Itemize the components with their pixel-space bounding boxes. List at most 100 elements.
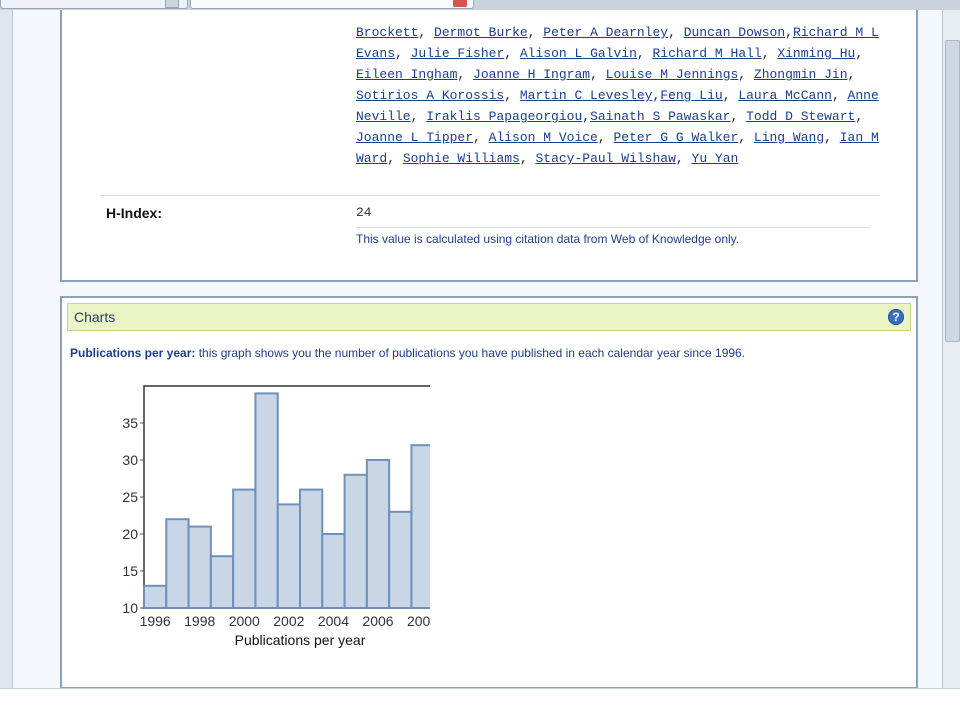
bar-2005	[343, 473, 368, 609]
chart-description-text: this graph shows you the number of publi…	[195, 346, 746, 360]
x-tick-label: 2000	[229, 613, 260, 629]
separator: ,	[590, 67, 606, 82]
coauthor-link[interactable]: Duncan Dowson	[684, 25, 785, 40]
browser-tab-1[interactable]	[0, 0, 188, 9]
bar-2001	[254, 392, 279, 610]
coauthor-link[interactable]: Louise M Jennings	[606, 67, 739, 82]
coauthor-link[interactable]: Sophie Williams	[403, 151, 520, 166]
separator: ,	[831, 88, 848, 103]
charts-title: Charts	[74, 309, 116, 325]
x-tick-label: 1996	[140, 613, 171, 629]
coauthor-link[interactable]: Todd D Stewart	[746, 109, 855, 124]
bar-2004	[321, 533, 346, 609]
separator: ,	[738, 130, 754, 145]
x-tick-label: 2004	[318, 613, 349, 629]
h-index-note: This value is calculated using citation …	[356, 232, 740, 246]
charts-panel: Charts ? Publications per year: this gra…	[60, 296, 918, 689]
x-tick-label: 2002	[273, 613, 304, 629]
coauthor-link[interactable]: Joanne L Tipper	[356, 130, 473, 145]
coauthor-link[interactable]: Sainath S Pawaskar	[590, 109, 730, 124]
profile-details-panel: Brockett, Dermot Burke, Peter A Dearnley…	[60, 10, 918, 282]
bar-1998	[187, 525, 212, 610]
y-tick-label: 35	[122, 415, 138, 431]
separator: ,	[636, 46, 653, 61]
coauthor-link[interactable]: Eileen Ingham	[356, 67, 457, 82]
separator: ,	[504, 46, 520, 61]
x-tick-label: 2008	[407, 613, 430, 629]
separator: ,	[855, 109, 864, 124]
bar-1996	[143, 584, 168, 610]
page-content: Brockett, Dermot Burke, Peter A Dearnley…	[13, 10, 942, 689]
coauthor-link[interactable]: Xinming Hu	[777, 46, 855, 61]
bar-2006	[365, 459, 391, 609]
publications-bar-chart: 10 15 20 25 30 35 1996 1998 2000 2002 2004 2006 2008…	[122, 385, 430, 648]
left-gutter	[0, 10, 13, 688]
separator: ,	[855, 46, 864, 61]
coauthor-link[interactable]: Iraklis Papageorgiou	[426, 109, 582, 124]
tab-menu-icon[interactable]	[165, 0, 179, 8]
coauthor-link[interactable]: Dermot Burke	[434, 25, 528, 40]
separator: ,	[847, 67, 856, 82]
bar-1997	[165, 518, 190, 609]
coauthor-link[interactable]: Ling Wang	[754, 130, 824, 145]
x-tick-label: 2006	[362, 613, 393, 629]
y-tick-label: 25	[122, 489, 138, 505]
x-tick-label: 1998	[184, 613, 215, 629]
separator: ,	[473, 130, 489, 145]
separator: ,	[527, 25, 544, 40]
coauthor-link[interactable]: Peter G G Walker	[613, 130, 738, 145]
bar-2002	[276, 503, 301, 609]
separator: ,	[457, 67, 474, 82]
separator: ,	[668, 25, 684, 40]
separator: ,	[418, 25, 435, 40]
tab-close-icon[interactable]	[453, 0, 467, 7]
coauthor-link[interactable]: Stacy-Paul Wilshaw	[535, 151, 675, 166]
charts-header: Charts ?	[67, 303, 911, 331]
vertical-scrollbar[interactable]	[942, 10, 960, 688]
bar-2000	[232, 488, 257, 609]
bar-2007	[388, 510, 413, 609]
y-tick-label: 10	[122, 600, 138, 616]
coauthor-link[interactable]: Richard M Hall	[653, 46, 762, 61]
coauthor-list: Brockett, Dermot Burke, Peter A Dearnley…	[356, 22, 886, 169]
y-tick-label: 20	[122, 526, 138, 542]
coauthor-link[interactable]: Yu Yan	[692, 151, 739, 166]
chart-description: Publications per year: this graph shows …	[70, 346, 745, 360]
separator: ,	[738, 67, 754, 82]
separator: ,	[395, 46, 411, 61]
publications-chart: 10 15 20 25 30 35 1996 1998 2000 2002 2004 2006 2008…	[70, 380, 430, 670]
bar-2003	[299, 488, 324, 609]
coauthor-link[interactable]: Alison L Galvin	[520, 46, 637, 61]
bar-1999	[209, 555, 235, 609]
help-icon[interactable]: ?	[888, 309, 904, 325]
separator: ,	[519, 151, 536, 166]
h-index-value: 24	[356, 205, 372, 220]
divider	[356, 227, 870, 228]
coauthor-link[interactable]: Martin C Levesley	[520, 88, 653, 103]
scrollbar-thumb[interactable]	[945, 40, 960, 342]
coauthor-link[interactable]: Peter A Dearnley	[543, 25, 668, 40]
coauthor-link[interactable]: Brockett	[356, 25, 418, 40]
x-axis-label: Publications per year	[235, 632, 366, 648]
y-tick-label: 30	[122, 452, 138, 468]
separator: ,	[761, 46, 778, 61]
coauthor-link[interactable]: Laura McCann	[738, 88, 832, 103]
coauthor-link[interactable]: Joanne H Ingram	[473, 67, 590, 82]
separator: ,	[730, 109, 747, 124]
separator: ,	[597, 130, 614, 145]
separator: ,	[582, 109, 591, 124]
separator: ,	[410, 109, 427, 124]
y-tick-label: 15	[122, 563, 138, 579]
coauthor-link[interactable]: Alison M Voice	[489, 130, 598, 145]
divider	[100, 195, 880, 196]
coauthor-link[interactable]: Sotirios A Korossis	[356, 88, 504, 103]
coauthor-link[interactable]: Julie Fisher	[411, 46, 505, 61]
separator: ,	[504, 88, 520, 103]
separator: ,	[387, 151, 403, 166]
browser-tab-active[interactable]	[190, 0, 474, 9]
chart-description-label: Publications per year:	[70, 346, 196, 360]
separator: ,	[785, 25, 793, 40]
status-bar	[0, 688, 960, 721]
coauthor-link[interactable]: Feng Liu	[660, 88, 722, 103]
coauthor-link[interactable]: Zhongmin Jin	[754, 67, 848, 82]
